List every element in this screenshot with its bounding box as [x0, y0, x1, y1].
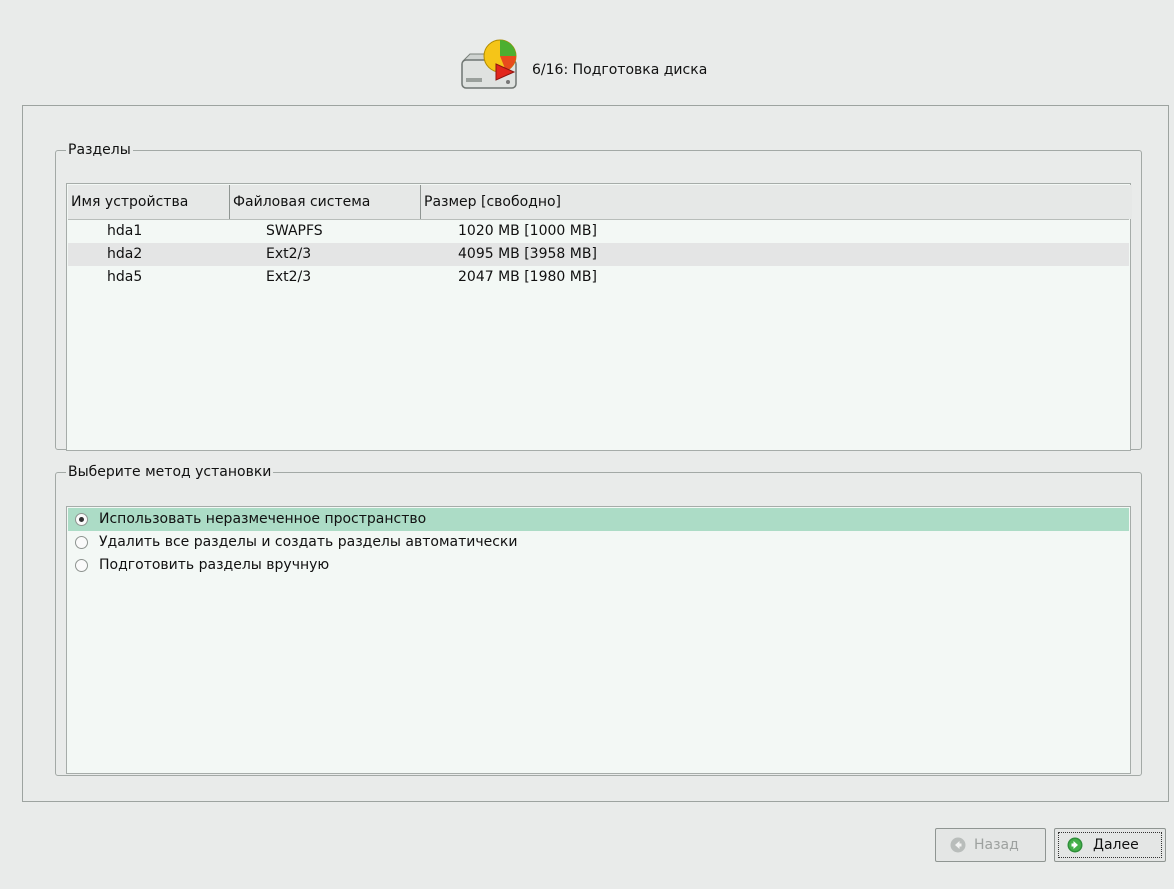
table-header: Имя устройства Файловая система Размер […: [68, 185, 1132, 220]
option-manual[interactable]: Подготовить разделы вручную: [68, 554, 1129, 577]
column-header-device[interactable]: Имя устройства: [68, 185, 230, 219]
cell-device: hda1: [107, 223, 143, 239]
cell-filesystem: Ext2/3: [266, 269, 312, 285]
back-button[interactable]: Назад: [935, 828, 1046, 862]
partitions-group: Разделы Имя устройства Файловая система …: [55, 142, 1142, 451]
radio-dot: [79, 517, 84, 522]
option-label: Удалить все разделы и создать разделы ав…: [99, 534, 518, 550]
table-row[interactable]: hda5 Ext2/3 2047 MB [1980 MB]: [68, 266, 1129, 289]
partitions-legend: Разделы: [68, 142, 131, 158]
next-button[interactable]: Далее: [1054, 828, 1166, 862]
cell-size: 1020 MB [1000 MB]: [458, 223, 597, 239]
main-frame: Разделы Имя устройства Файловая система …: [22, 105, 1169, 802]
radio-button-selected[interactable]: [75, 513, 88, 526]
table-row[interactable]: hda1 SWAPFS 1020 MB [1000 MB]: [68, 220, 1129, 243]
arrow-left-icon: [950, 837, 966, 853]
install-method-legend: Выберите метод установки: [68, 464, 272, 480]
install-method-list[interactable]: Использовать неразмеченное пространство …: [66, 506, 1131, 774]
page-title: 6/16: Подготовка диска: [532, 62, 708, 78]
header: 6/16: Подготовка диска: [0, 12, 1174, 102]
disk-pie-icon: [461, 39, 517, 89]
back-button-label: Назад: [974, 837, 1019, 853]
option-erase-auto[interactable]: Удалить все разделы и создать разделы ав…: [68, 531, 1129, 554]
radio-button[interactable]: [75, 536, 88, 549]
option-label: Подготовить разделы вручную: [99, 557, 330, 573]
table-row[interactable]: hda2 Ext2/3 4095 MB [3958 MB]: [68, 243, 1129, 266]
arrow-right-icon: [1067, 837, 1083, 853]
option-use-free-space[interactable]: Использовать неразмеченное пространство: [68, 508, 1129, 531]
radio-button[interactable]: [75, 559, 88, 572]
option-label: Использовать неразмеченное пространство: [99, 511, 427, 527]
partitions-table[interactable]: Имя устройства Файловая система Размер […: [66, 183, 1132, 451]
cell-device: hda2: [107, 246, 143, 262]
cell-size: 2047 MB [1980 MB]: [458, 269, 597, 285]
cell-device: hda5: [107, 269, 143, 285]
next-button-label: Далее: [1093, 837, 1139, 853]
cell-size: 4095 MB [3958 MB]: [458, 246, 597, 262]
column-header-size[interactable]: Размер [свободно]: [421, 185, 1132, 219]
column-header-filesystem[interactable]: Файловая система: [230, 185, 421, 219]
cell-filesystem: Ext2/3: [266, 246, 312, 262]
install-method-group: Выберите метод установки Использовать не…: [55, 464, 1142, 776]
cell-filesystem: SWAPFS: [266, 223, 323, 239]
